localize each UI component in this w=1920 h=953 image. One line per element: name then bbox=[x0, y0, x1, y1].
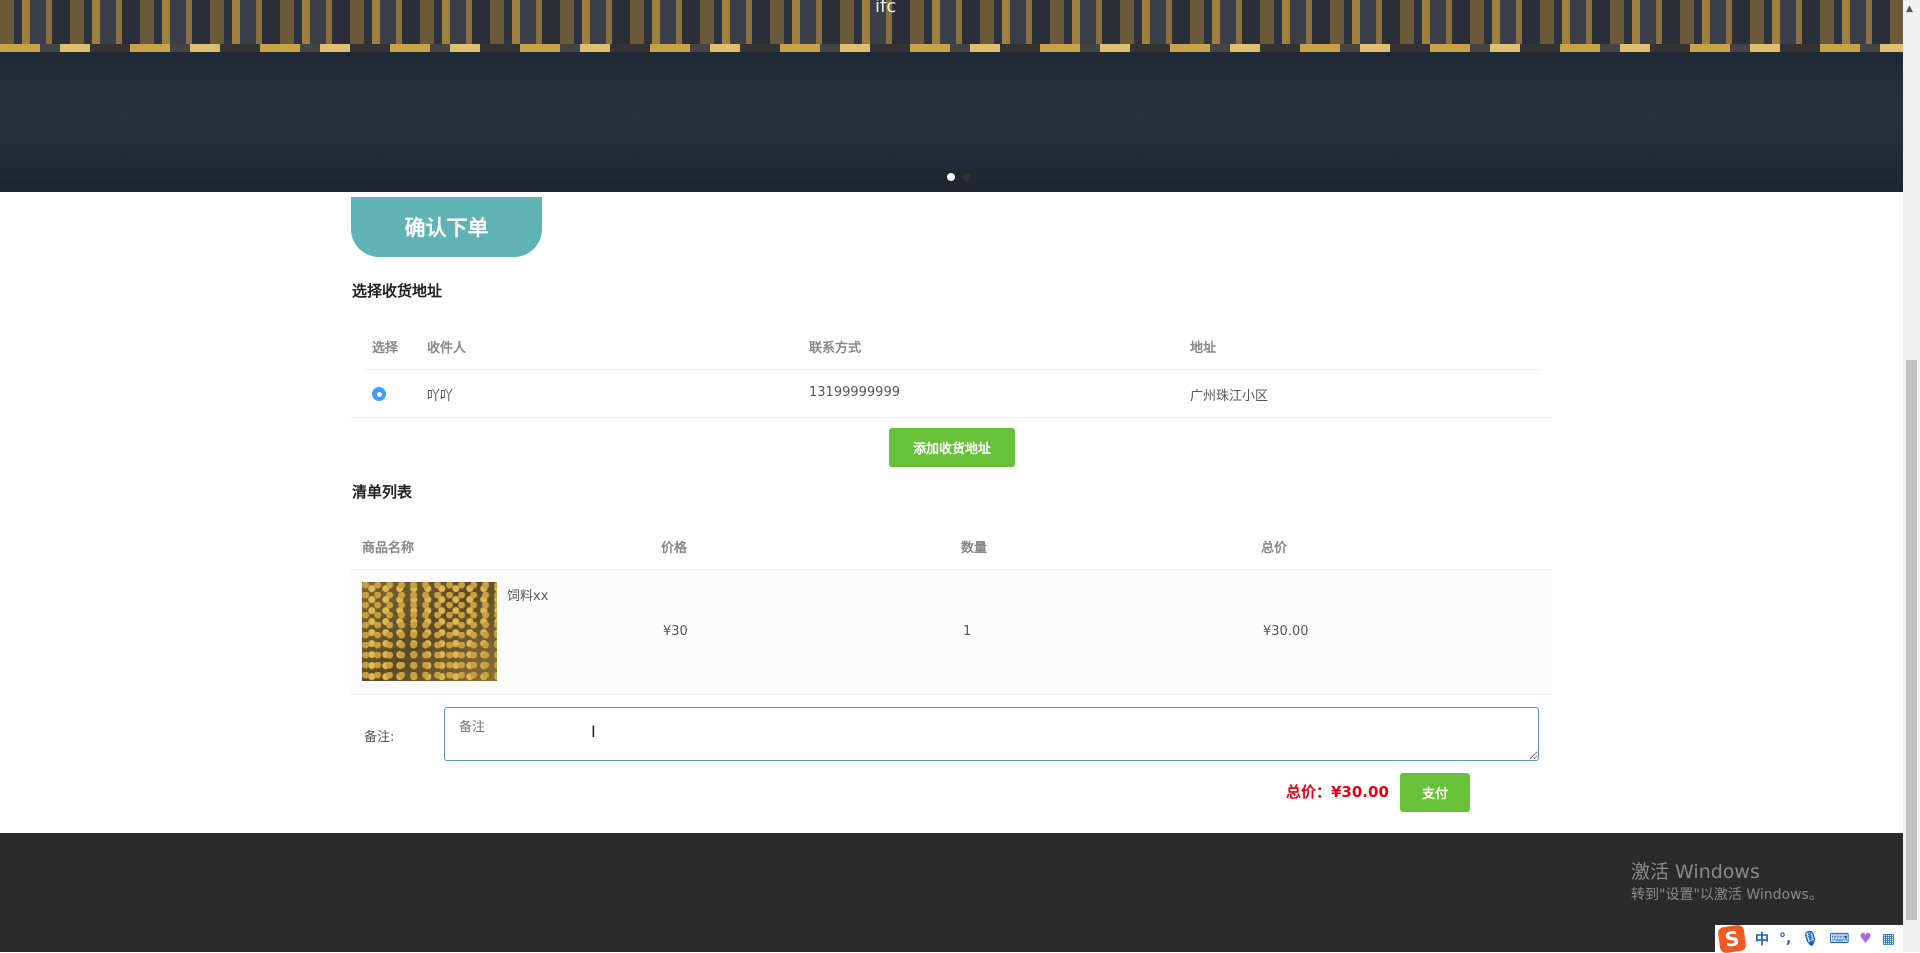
banner-image bbox=[0, 0, 1903, 50]
carousel-dot-1[interactable] bbox=[947, 173, 955, 181]
banner-shore bbox=[0, 44, 1903, 52]
remark-label: 备注: bbox=[364, 730, 395, 745]
recipient-name: 吖吖 bbox=[427, 389, 454, 404]
banner-carousel: ifc bbox=[0, 0, 1903, 192]
ime-mode-toggle[interactable]: 中 bbox=[1755, 929, 1769, 949]
windows-watermark-title: 激活 Windows bbox=[1631, 861, 1760, 883]
header-phone: 联系方式 bbox=[809, 341, 862, 356]
header-quantity: 数量 bbox=[961, 541, 988, 556]
product-price: ¥30 bbox=[663, 624, 688, 639]
header-total: 总价 bbox=[1261, 541, 1288, 556]
total-price: 总价：¥30.00 bbox=[1286, 783, 1389, 801]
divider bbox=[351, 417, 1551, 418]
header-address: 地址 bbox=[1190, 341, 1217, 356]
address-section-title: 选择收货地址 bbox=[352, 282, 443, 300]
recipient-phone: 13199999999 bbox=[809, 385, 900, 400]
carousel-indicators bbox=[947, 173, 971, 181]
product-subtotal: ¥30.00 bbox=[1263, 624, 1309, 639]
remark-input[interactable] bbox=[444, 707, 1539, 761]
text-cursor-icon: I bbox=[591, 722, 596, 741]
ime-punctuation-toggle[interactable]: °, bbox=[1779, 931, 1791, 947]
header-price: 价格 bbox=[661, 541, 688, 556]
address-radio[interactable] bbox=[372, 387, 386, 401]
recipient-address: 广州珠江小区 bbox=[1190, 389, 1269, 404]
banner-logo-text: ifc bbox=[875, 0, 897, 17]
windows-watermark-subtitle: 转到"设置"以激活 Windows。 bbox=[1631, 887, 1823, 903]
header-product-name: 商品名称 bbox=[362, 541, 415, 556]
product-name: 饲料xx bbox=[507, 589, 549, 604]
add-address-button[interactable]: 添加收货地址 bbox=[889, 428, 1015, 467]
order-section-title: 清单列表 bbox=[352, 483, 413, 501]
skin-icon[interactable]: ♥ bbox=[1859, 931, 1872, 947]
sogou-logo-icon[interactable]: S bbox=[1717, 923, 1747, 953]
product-image bbox=[362, 582, 497, 681]
ime-toolbar: S 中 °, 🎙 ⌨ ♥ ▦ bbox=[1715, 923, 1903, 953]
microphone-icon[interactable]: 🎙 bbox=[1801, 931, 1819, 947]
pay-button[interactable]: 支付 bbox=[1400, 773, 1470, 812]
footer bbox=[0, 833, 1903, 952]
scrollbar-thumb[interactable] bbox=[1906, 360, 1917, 920]
header-recipient: 收件人 bbox=[427, 341, 467, 356]
divider bbox=[351, 694, 1551, 695]
carousel-dot-2[interactable] bbox=[963, 173, 971, 181]
product-quantity: 1 bbox=[963, 624, 972, 639]
scroll-up-arrow-icon[interactable]: ▲ bbox=[1906, 4, 1913, 14]
toolbox-icon[interactable]: ▦ bbox=[1882, 931, 1895, 947]
keyboard-icon[interactable]: ⌨ bbox=[1829, 931, 1849, 947]
header-select: 选择 bbox=[372, 341, 399, 356]
page-title: 确认下单 bbox=[351, 197, 542, 257]
divider bbox=[366, 369, 1540, 370]
